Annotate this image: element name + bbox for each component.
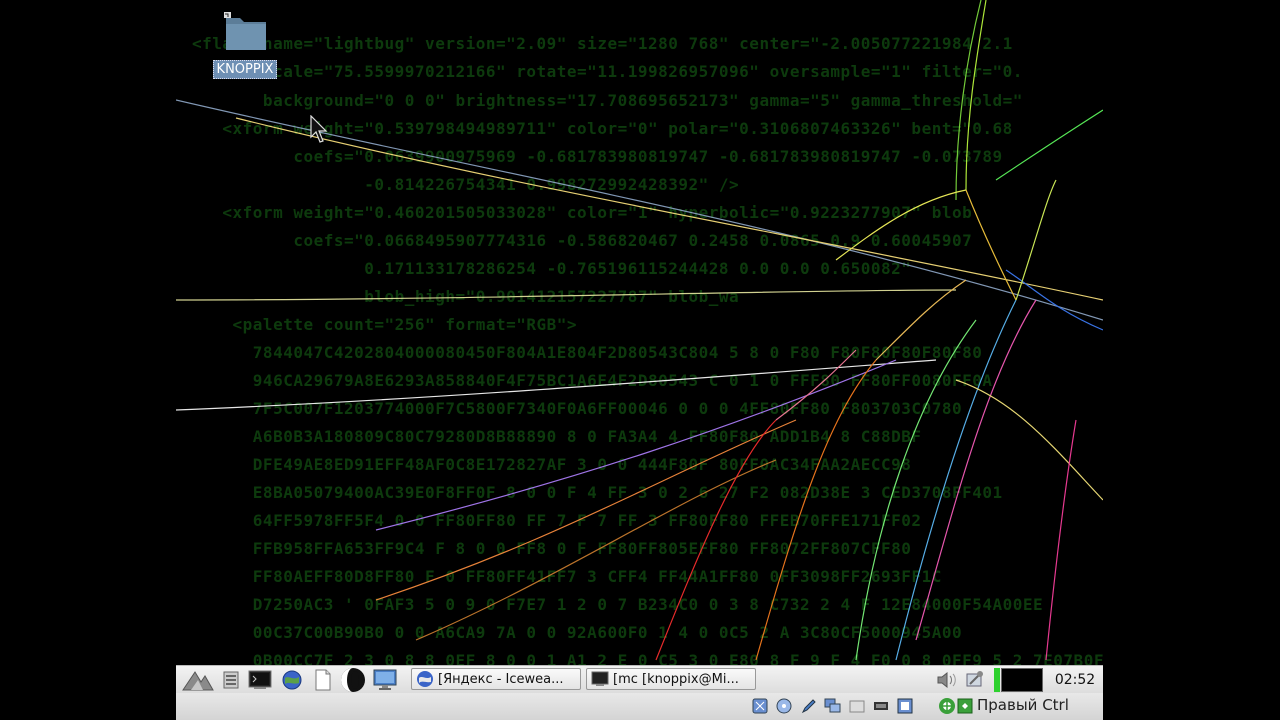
keyboard-icon (957, 698, 973, 714)
cdrom-button[interactable] (775, 697, 793, 715)
web-browser-icon (282, 670, 302, 690)
pen-button[interactable] (800, 697, 818, 715)
folder-icon (220, 10, 270, 50)
cpu-monitor-bar (994, 668, 1000, 692)
network-icon (824, 698, 841, 713)
terminal-icon (591, 671, 609, 686)
volume-icon (937, 671, 956, 689)
network-tools-icon (966, 671, 983, 687)
desktop-icon-label: KNOPPIX (212, 60, 278, 79)
mouse-integration-button[interactable] (938, 697, 956, 715)
usb-button[interactable] (872, 697, 890, 715)
harddisk-icon (752, 698, 768, 714)
usb-icon (874, 702, 888, 710)
web-browser-button[interactable] (279, 668, 305, 692)
task-label: [mc [knoppix@Mi... (613, 671, 739, 687)
start-menu-icon (182, 671, 214, 691)
host-key-label: Правый Ctrl (977, 696, 1069, 714)
desktop-wallpaper: <flame name="lightbug" version="2.09" si… (176, 0, 1103, 670)
keyboard-capture-button[interactable] (956, 697, 974, 715)
desktop-icon-knoppix[interactable]: KNOPPIX (209, 10, 281, 79)
vm-status-bar: Правый Ctrl (176, 693, 1103, 720)
network-button[interactable] (824, 697, 842, 715)
opera-icon (341, 668, 365, 692)
mouse-icon (939, 698, 955, 714)
vm-screen: <flame name="lightbug" version="2.09" si… (176, 0, 1103, 720)
cdrom-icon (776, 698, 792, 714)
opera-button[interactable] (340, 668, 366, 692)
task-label: [Яндекс - Icewea... (438, 671, 564, 687)
show-desktop-button[interactable] (372, 668, 398, 692)
start-menu-button[interactable] (180, 668, 216, 692)
text-editor-button[interactable] (310, 668, 336, 692)
text-editor-icon (315, 669, 331, 691)
mouse-pointer-icon (310, 115, 328, 143)
clock[interactable]: 02:52 (1047, 668, 1103, 692)
terminal-button[interactable] (247, 668, 273, 692)
terminal-icon (248, 670, 272, 689)
file-manager-button[interactable] (218, 668, 244, 692)
pen-icon (801, 699, 816, 714)
display-button[interactable] (896, 697, 914, 715)
cpu-monitor-graph (1001, 668, 1043, 692)
task-button-iceweasel[interactable]: [Яндекс - Icewea... (411, 668, 581, 690)
volume-button[interactable] (934, 668, 960, 692)
fractal-art (176, 0, 1103, 661)
iceweasel-icon (417, 671, 433, 687)
harddisk-button[interactable] (751, 697, 769, 715)
folder-icon (849, 700, 865, 713)
network-tools-button[interactable] (962, 668, 988, 692)
task-button-mc[interactable]: [mc [knoppix@Mi... (586, 668, 756, 690)
shared-folder-button[interactable] (848, 697, 866, 715)
taskbar: [Яндекс - Icewea... [mc [knoppix@Mi... 0… (176, 665, 1103, 694)
show-desktop-icon (373, 669, 397, 690)
file-manager-icon (223, 671, 239, 689)
display-icon (897, 698, 913, 714)
